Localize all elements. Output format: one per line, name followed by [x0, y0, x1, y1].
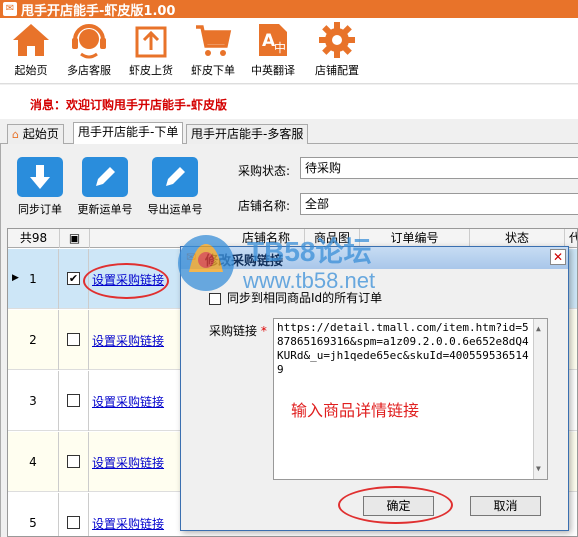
toolbar-label: 虾皮上货	[129, 64, 173, 77]
gear-icon	[319, 22, 355, 58]
textarea-scrollbar[interactable]: ▲ ▼	[533, 319, 547, 479]
row-checkbox[interactable]	[67, 455, 80, 468]
update-tracking-button[interactable]: 更新运单号	[72, 157, 138, 217]
row-number: 3	[8, 371, 59, 431]
toolbar-label: 店铺配置	[315, 64, 359, 77]
highlight-ring	[338, 486, 453, 524]
cancel-button[interactable]: 取消	[470, 496, 541, 516]
toolbar-label: 起始页	[14, 64, 48, 77]
button-label: 更新运单号	[77, 203, 133, 216]
status-filter-label: 采购状态:	[238, 164, 291, 178]
row-select-cell	[60, 371, 89, 431]
pencil-icon	[166, 167, 185, 186]
pencil-icon	[96, 167, 115, 186]
url-text: https://detail.tmall.com/item.htm?id=587…	[277, 321, 529, 376]
row-select-cell	[60, 310, 89, 370]
header-select-all[interactable]: ▣	[60, 229, 90, 248]
cart-icon	[196, 25, 232, 56]
translate-icon: A中	[259, 24, 287, 56]
sync-orders-button[interactable]: 同步订单	[10, 157, 70, 217]
shop-filter-select[interactable]: 全部	[300, 193, 578, 215]
upload-box-icon	[135, 26, 167, 58]
row-checkbox[interactable]: ✔	[67, 272, 80, 285]
title-bar: ✉ 甩手开店能手-虾皮版1.00	[0, 0, 578, 19]
sync-same-product-checkbox[interactable]: 同步到相同商品Id的所有订单	[209, 289, 382, 306]
toolbar-label: 多店客服	[67, 64, 111, 77]
row-select-cell	[60, 432, 89, 492]
tab-label: 甩手开店能手-多客服	[191, 127, 304, 141]
toolbar-order-button[interactable]: 虾皮下单	[186, 20, 240, 78]
toolbar-upload-button[interactable]: 虾皮上货	[124, 20, 178, 78]
main-toolbar: 起始页 多店客服 虾皮上货 虾皮下单 A中 中英翻译 店铺配置	[0, 18, 578, 84]
toolbar-service-button[interactable]: 多店客服	[62, 20, 116, 78]
row-select-cell	[60, 493, 89, 536]
home-icon: ⌂	[12, 128, 19, 141]
row-number: 2	[8, 310, 59, 370]
message-text: 消息：欢迎订购甩手开店能手-虾皮版	[30, 98, 227, 112]
headset-icon	[72, 24, 106, 59]
toolbar-shop-config-button[interactable]: 店铺配置	[308, 20, 366, 78]
row-checkbox[interactable]	[67, 333, 80, 346]
checkbox[interactable]	[209, 292, 221, 305]
button-label: 导出运单号	[147, 203, 203, 216]
close-icon[interactable]: ✕	[550, 249, 566, 265]
status-filter-select[interactable]: 待采购	[300, 157, 578, 179]
row-checkbox[interactable]	[67, 516, 80, 529]
tab-label: 起始页	[22, 127, 59, 141]
field-label-text: 采购链接	[209, 324, 258, 338]
toolbar-translate-button[interactable]: A中 中英翻译	[246, 20, 300, 78]
shop-filter-label: 店铺名称:	[238, 199, 291, 213]
row-number: 5	[8, 493, 59, 536]
purchase-link-label: 采购链接 *	[209, 322, 267, 339]
header-count: 共98	[8, 229, 60, 248]
tab-order[interactable]: 甩手开店能手-下单	[73, 122, 184, 145]
tab-label: 甩手开店能手-下单	[78, 125, 179, 139]
toolbar-home-button[interactable]: 起始页	[8, 20, 54, 78]
toolbar-label: 虾皮下单	[191, 64, 235, 77]
tab-multi-service[interactable]: 甩手开店能手-多客服	[186, 124, 309, 144]
required-mark: *	[260, 324, 267, 338]
scroll-up-icon[interactable]: ▲	[536, 322, 541, 336]
dialog-title-bar: ✉ 修改采购链接 ✕	[181, 247, 568, 269]
scroll-down-icon[interactable]: ▼	[536, 462, 541, 476]
svg-text:中: 中	[274, 40, 286, 55]
tab-start-page[interactable]: ⌂ 起始页	[7, 124, 64, 144]
download-icon	[30, 165, 50, 189]
message-bar: 消息：欢迎订购甩手开店能手-虾皮版	[0, 85, 578, 119]
input-hint: 输入商品详情链接	[291, 401, 420, 420]
dialog-title: 修改采购链接	[205, 254, 284, 269]
app-icon: ✉	[3, 2, 17, 16]
button-label: 同步订单	[18, 203, 62, 216]
checkbox-label: 同步到相同商品Id的所有订单	[227, 291, 383, 305]
row-checkbox[interactable]	[67, 394, 80, 407]
app-icon: ✉	[186, 250, 197, 264]
window-title: 甩手开店能手-虾皮版1.00	[21, 3, 176, 19]
highlight-ring	[83, 263, 169, 299]
edit-purchase-link-dialog: ✉ 修改采购链接 ✕ 同步到相同商品Id的所有订单 采购链接 * https:/…	[180, 246, 569, 531]
set-purchase-link[interactable]: 设置采购链接	[92, 515, 164, 532]
toolbar-label: 中英翻译	[251, 64, 295, 77]
home-icon	[13, 24, 49, 56]
row-number: 1	[8, 249, 59, 309]
set-purchase-link[interactable]: 设置采购链接	[92, 393, 164, 410]
export-tracking-button[interactable]: 导出运单号	[142, 157, 208, 217]
set-purchase-link[interactable]: 设置采购链接	[92, 332, 164, 349]
set-purchase-link[interactable]: 设置采购链接	[92, 454, 164, 471]
tab-strip: ⌂ 起始页 甩手开店能手-下单 甩手开店能手-多客服	[0, 122, 578, 145]
row-number: 4	[8, 432, 59, 492]
